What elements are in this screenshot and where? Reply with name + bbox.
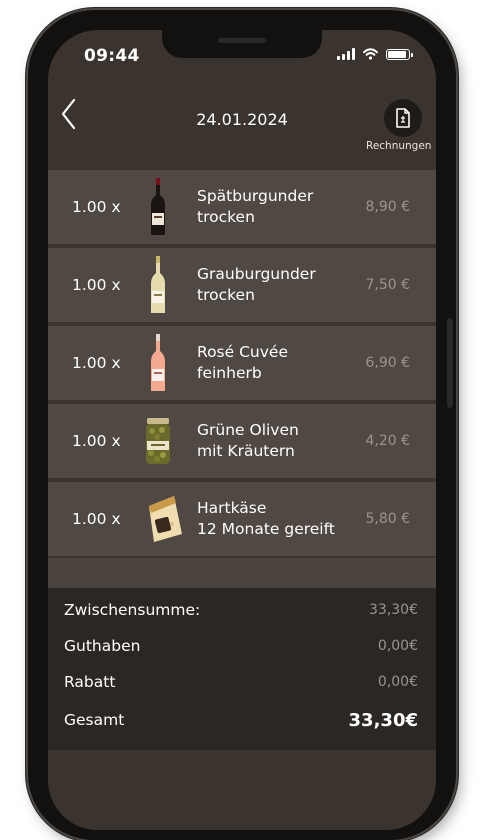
list-item[interactable]: 1.00 x Grauburgunder trocken 7,50 € — [48, 248, 436, 322]
credit-row: Guthaben 0,00€ — [64, 634, 418, 658]
cheese-wedge-image — [146, 489, 184, 549]
white-wine-bottle-image — [144, 255, 172, 315]
item-price: 8,90 € — [365, 199, 410, 215]
list-item[interactable]: 1.00 x Rosé Cuvée feinherb 6,90 € — [48, 326, 436, 400]
discount-label: Rabatt — [64, 673, 116, 691]
battery-icon — [386, 48, 413, 60]
item-name: Grauburgunder trocken — [197, 264, 316, 306]
phone-side-button — [447, 318, 453, 408]
item-name-line1: Grüne Oliven — [197, 421, 299, 439]
item-price: 5,80 € — [365, 511, 410, 527]
item-quantity: 1.00 x — [72, 510, 121, 528]
discount-value: 0,00€ — [377, 674, 418, 690]
item-quantity: 1.00 x — [72, 198, 121, 216]
subtotal-label: Zwischensumme: — [64, 601, 201, 619]
item-quantity: 1.00 x — [72, 276, 121, 294]
cellular-signal-icon — [337, 48, 355, 60]
screen-bottom-area — [48, 750, 436, 830]
discount-row: Rabatt 0,00€ — [64, 670, 418, 694]
item-name-line2: mit Kräutern — [197, 442, 295, 460]
item-name-line1: Grauburgunder — [197, 265, 316, 283]
status-icons — [337, 48, 413, 60]
item-price: 4,20 € — [365, 433, 410, 449]
total-row: Gesamt 33,30€ — [64, 708, 418, 732]
item-name-line1: Spätburgunder — [197, 187, 314, 205]
notch-speaker — [218, 38, 266, 43]
item-name: Spätburgunder trocken — [197, 186, 313, 228]
item-name: Grüne Oliven mit Kräutern — [197, 420, 299, 462]
status-time: 09:44 — [84, 46, 140, 66]
red-wine-bottle-image — [144, 177, 172, 237]
item-name-line1: Hartkäse — [197, 499, 267, 517]
olive-jar-image — [144, 411, 172, 471]
device-notch — [162, 30, 322, 58]
list-item[interactable]: 1.00 x Spätburgunder trocken 8,90 € — [48, 170, 436, 244]
invoices-label: Rechnungen — [366, 140, 432, 152]
item-name-line2: feinherb — [197, 364, 262, 382]
list-item[interactable]: 1.00 x Grüne Oliven mit Kräutern 4,20 € — [48, 404, 436, 478]
credit-label: Guthaben — [64, 637, 141, 655]
item-name-line2: trocken — [197, 286, 255, 304]
app-screen: 09:44 24.01.2024 Rechnungen 1.00 x Spätb… — [48, 30, 436, 830]
item-name-line2: 12 Monate gereift — [197, 520, 335, 538]
item-price: 7,50 € — [365, 277, 410, 293]
section-divider — [48, 558, 436, 588]
page-title-date: 24.01.2024 — [196, 110, 288, 129]
subtotal-value: 33,30€ — [369, 602, 418, 618]
invoices-button[interactable] — [384, 99, 422, 137]
item-name-line1: Rosé Cuvée — [197, 343, 288, 361]
credit-value: 0,00€ — [377, 638, 418, 654]
total-value: 33,30€ — [348, 709, 418, 731]
rose-wine-bottle-image — [144, 333, 172, 393]
order-summary: Zwischensumme: 33,30€ Guthaben 0,00€ Rab… — [48, 588, 436, 750]
item-name: Rosé Cuvée feinherb — [197, 342, 288, 384]
total-label: Gesamt — [64, 711, 125, 729]
item-quantity: 1.00 x — [72, 432, 121, 450]
invoice-document-icon — [396, 108, 410, 128]
list-item[interactable]: 1.00 x Hartkäse 12 Monate gereift 5,80 € — [48, 482, 436, 556]
wifi-icon — [363, 48, 378, 60]
item-quantity: 1.00 x — [72, 354, 121, 372]
item-name-line2: trocken — [197, 208, 255, 226]
item-price: 6,90 € — [365, 355, 410, 371]
subtotal-row: Zwischensumme: 33,30€ — [64, 598, 418, 622]
item-name: Hartkäse 12 Monate gereift — [197, 498, 335, 540]
order-items-list: 1.00 x Spätburgunder trocken 8,90 € 1.00… — [48, 170, 436, 560]
